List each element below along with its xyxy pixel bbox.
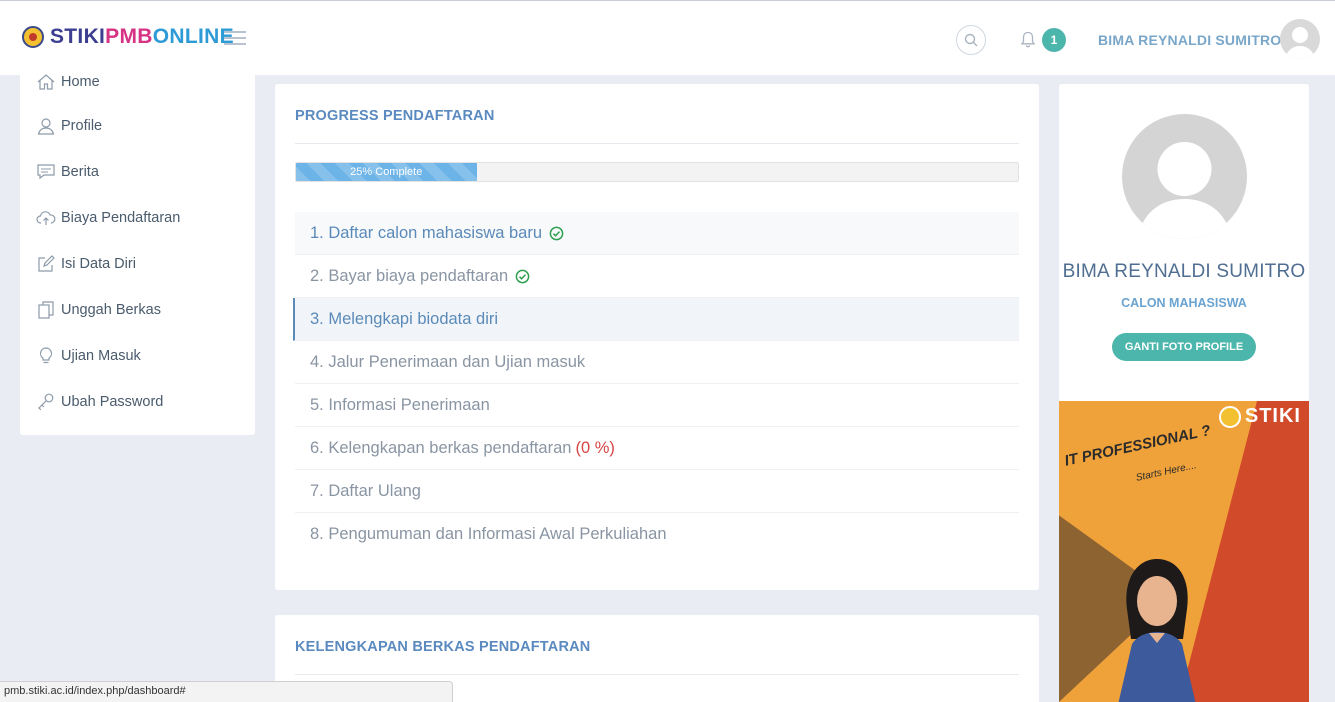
sidebar-item-profile[interactable]: Profile [36, 116, 102, 136]
logo-text: STIKIPMBONLINE [50, 25, 234, 48]
step-label: 7. Daftar Ulang [310, 481, 421, 500]
sidebar-item-isi-data-diri[interactable]: Isi Data Diri [36, 254, 136, 274]
menu-toggle-icon[interactable] [224, 31, 246, 47]
card-title: PROGRESS PENDAFTARAN [295, 108, 495, 124]
profile-role: CALON MAHASISWA [1121, 296, 1247, 310]
step-label: 2. Bayar biaya pendaftaran [310, 266, 509, 285]
step-item[interactable]: 1. Daftar calon mahasiswa baru [295, 212, 1019, 255]
avatar-silhouette-icon [1285, 27, 1315, 59]
edit-icon [38, 255, 55, 272]
files-icon [38, 301, 54, 319]
sidebar: Home Profile Berita Biaya Pendaftaran Is… [20, 72, 255, 435]
steps-list: 1. Daftar calon mahasiswa baru 2. Bayar … [293, 212, 1019, 556]
sidebar-item-unggah-berkas[interactable]: Unggah Berkas [36, 300, 161, 320]
user-icon [37, 118, 55, 135]
banner-brand: STIKI [1244, 405, 1301, 427]
step-percentage: (0 %) [575, 438, 615, 457]
card-title: KELENGKAPAN BERKAS PENDAFTARAN [295, 639, 591, 655]
step-item[interactable]: 4. Jalur Penerimaan dan Ujian masuk [295, 341, 1019, 384]
site-logo[interactable]: STIKIPMBONLINE [22, 25, 234, 49]
progress-bar: 25% Complete [295, 162, 1019, 182]
progress-bar-fill: 25% Complete [296, 163, 477, 181]
sidebar-item-label: Home [61, 74, 100, 90]
step-label: 8. Pengumuman dan Informasi Awal Perkuli… [310, 525, 667, 543]
sidebar-item-label: Biaya Pendaftaran [61, 210, 181, 226]
step-item[interactable]: 7. Daftar Ulang [295, 470, 1019, 513]
banner-logo: STIKI [1218, 405, 1301, 428]
step-item[interactable]: 5. Informasi Penerimaan [295, 384, 1019, 427]
check-circle-icon [549, 226, 564, 240]
step-item[interactable]: 6. Kelengkapan berkas pendaftaran (0 %) [295, 427, 1019, 470]
step-label: 1. Daftar calon mahasiswa baru [310, 223, 543, 242]
progress-label: 25% Complete [350, 166, 423, 178]
step-item-active[interactable]: 3. Melengkapi biodata diri [293, 298, 1019, 341]
step-item[interactable]: 8. Pengumuman dan Informasi Awal Perkuli… [295, 513, 1019, 556]
profile-name: BIMA REYNALDI SUMITRO [1062, 261, 1306, 282]
profile-card: BIMA REYNALDI SUMITRO CALON MAHASISWA GA… [1059, 84, 1309, 402]
stiki-seal-icon [1218, 405, 1241, 428]
sidebar-item-biaya-pendaftaran[interactable]: Biaya Pendaftaran [36, 208, 180, 228]
divider [295, 674, 1019, 675]
step-label: 4. Jalur Penerimaan dan Ujian masuk [310, 352, 586, 371]
step-item[interactable]: 2. Bayar biaya pendaftaran [295, 255, 1019, 298]
profile-avatar [1122, 114, 1247, 239]
sidebar-item-label: Ujian Masuk [61, 348, 141, 364]
sidebar-item-ubah-password[interactable]: Ubah Password [36, 392, 163, 412]
user-avatar[interactable] [1280, 19, 1320, 59]
sidebar-item-label: Unggah Berkas [61, 302, 161, 318]
banner-subtitle: Starts Here.... [1135, 460, 1198, 484]
step-label: 3. Melengkapi biodata diri [310, 309, 499, 328]
notification-badge[interactable]: 1 [1042, 28, 1066, 52]
bell-icon[interactable] [1020, 31, 1036, 49]
key-icon [38, 393, 54, 411]
sidebar-item-label: Isi Data Diri [61, 256, 136, 272]
stiki-seal-icon [22, 26, 44, 48]
sidebar-item-label: Berita [61, 164, 99, 180]
cloud-upload-icon [36, 211, 56, 225]
sidebar-item-label: Ubah Password [61, 394, 164, 410]
home-icon [37, 74, 55, 90]
user-name[interactable]: BIMA REYNALDI SUMITRO [1098, 32, 1281, 48]
avatar-silhouette-icon [1137, 142, 1232, 239]
check-circle-icon [515, 269, 530, 283]
sidebar-item-home[interactable]: Home [36, 72, 100, 92]
progress-card: PROGRESS PENDAFTARAN 25% Complete 1. Daf… [275, 84, 1039, 590]
student-photo-icon [1118, 559, 1196, 702]
search-button[interactable] [956, 25, 986, 55]
sidebar-item-ujian-masuk[interactable]: Ujian Masuk [36, 346, 141, 366]
promo-banner[interactable]: STIKI IT PROFESSIONAL ? Starts Here.... [1059, 401, 1309, 702]
browser-status-bar: pmb.stiki.ac.id/index.php/dashboard# [0, 681, 453, 702]
bulb-icon [39, 347, 53, 364]
step-label: 5. Informasi Penerimaan [310, 395, 490, 414]
search-icon [964, 33, 978, 47]
step-label: 6. Kelengkapan berkas pendaftaran [310, 438, 572, 457]
chat-icon [37, 164, 55, 180]
sidebar-item-berita[interactable]: Berita [36, 162, 99, 182]
change-photo-button[interactable]: GANTI FOTO PROFILE [1112, 333, 1256, 361]
divider [295, 143, 1019, 144]
sidebar-item-label: Profile [61, 118, 103, 134]
top-navbar: STIKIPMBONLINE 1 BIMA REYNALDI SUMITRO [0, 0, 1335, 75]
